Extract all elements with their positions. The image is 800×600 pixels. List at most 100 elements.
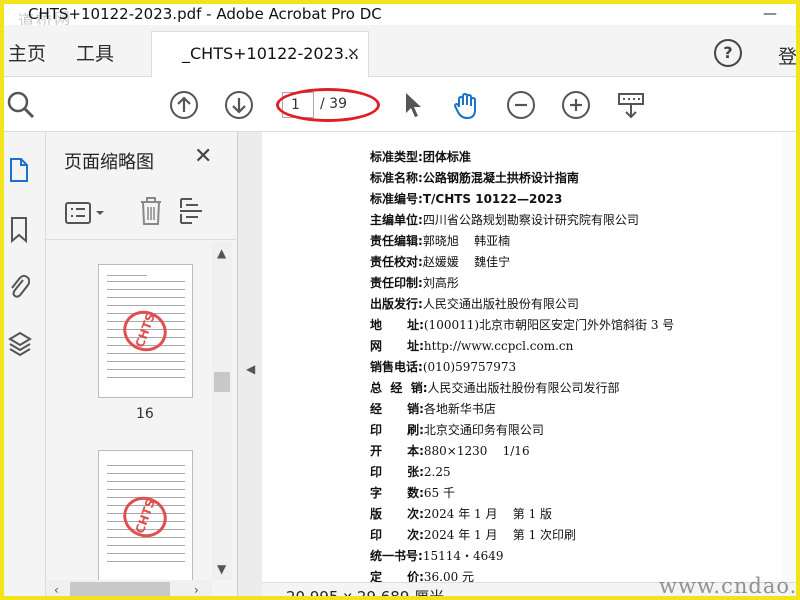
document-scrollbar[interactable] [782,132,796,582]
extract-page-icon[interactable] [178,196,208,230]
document-line-key: 印 张: [370,465,424,479]
tab-document[interactable]: _CHTS+10122-2023... × [151,31,369,77]
document-line: 印 刷:北京交通印务有限公司 [370,421,544,438]
left-navigation-rail [4,132,46,596]
document-line-value: 刘高彤 [422,276,459,290]
document-line-key: 责任校对: [370,255,423,269]
toolbar: 1 / 39 [4,78,796,132]
document-line-value: 2024 年 1 月 第 1 次印刷 [423,528,577,542]
scrollbar-thumb[interactable] [214,372,230,392]
document-line: 开 本:880×1230 1/16 [370,442,530,459]
collapse-arrow-icon[interactable]: ◀ [246,362,255,376]
thumbnail-page[interactable]: CHTS [98,450,193,580]
panel-title: 页面缩略图 [64,152,154,173]
scrollbar-thumb[interactable] [70,582,170,596]
document-line: 网 址:http://www.ccpcl.com.cn [370,337,573,354]
thumbnail-vertical-scrollbar[interactable]: ▲ ▼ [212,242,232,580]
document-line: 销售电话:(010)59757973 [370,358,516,375]
document-line: 责任校对:赵媛媛 魏佳宁 [370,253,510,270]
document-line-key: 地 址: [370,318,424,332]
document-line-key: 责任印制: [370,276,423,290]
document-line-key: 字 数: [370,486,424,500]
document-line-value: 2024 年 1 月 第 1 版 [423,507,553,521]
bookmark-icon[interactable] [8,216,30,244]
close-tab-button[interactable]: × [347,43,360,62]
tab-home[interactable]: 主页 [8,39,46,66]
thumbnails-panel: 页面缩略图 ✕ CHTS 16 CHTS ▲ ▼ ‹ › [46,132,238,596]
document-line-key: 总 经 销: [370,381,428,395]
document-line-value: 各地新华书店 [423,402,496,416]
previous-page-button[interactable] [170,91,198,119]
zoom-out-button[interactable] [507,91,535,119]
minimize-button[interactable]: — [750,4,790,25]
hand-tool-icon[interactable] [451,91,479,120]
site-watermark: www.cndao.com [659,574,798,598]
document-line-key: 网 址: [370,339,424,353]
document-line-value: 郭晓旭 韩亚楠 [422,234,511,248]
scroll-left-arrow-icon[interactable]: ‹ [54,583,59,596]
panel-collapse-strip[interactable]: ◀ [238,132,262,596]
zoom-in-button[interactable] [562,91,590,119]
document-line-key: 统一书号: [370,549,423,563]
app-window: 道桥网 CHTS+10122-2023.pdf - Adobe Acrobat … [0,0,800,600]
document-line-key: 标准类型: [370,150,423,164]
scroll-right-arrow-icon[interactable]: › [194,583,199,596]
attachment-icon[interactable] [8,272,31,298]
document-line: 定 价:36.00 元 [370,568,474,582]
close-panel-button[interactable]: ✕ [194,144,212,169]
thumbnail-list: CHTS 16 CHTS [46,242,212,580]
tab-document-label: _CHTS+10122-2023... [182,44,360,63]
scroll-down-arrow-icon[interactable]: ▼ [217,562,226,576]
document-line: 字 数:65 千 [370,484,455,501]
document-line: 统一书号:15114・4649 [370,547,504,564]
document-line-key: 标准名称: [370,171,423,185]
search-zoom-icon[interactable] [6,90,35,119]
document-line-value: 880×1230 1/16 [423,444,530,458]
next-page-button[interactable] [225,91,253,119]
document-line-value: 15114・4649 [422,549,504,563]
options-menu-icon[interactable] [64,200,108,230]
login-button[interactable]: 登 [778,42,796,69]
document-line-value: T/CHTS 10122—2023 [422,192,563,206]
page-display-icon[interactable] [616,91,644,119]
document-line-value: 四川省公路规划勘察设计研究院有限公司 [422,213,639,227]
scroll-up-arrow-icon[interactable]: ▲ [217,246,226,260]
document-line-key: 经 销: [370,402,424,416]
page-dimensions: 20.995 x 29.689 厘米 [286,588,445,600]
document-line-value: (100011)北京市朝阳区安定门外外馆斜街 3 号 [423,318,675,332]
document-line-value: 北京交通印务有限公司 [423,423,544,437]
select-cursor-icon[interactable] [400,91,428,119]
document-line-key: 定 价: [370,570,424,582]
document-line: 标准编号:T/CHTS 10122—2023 [370,190,562,207]
document-line-key: 印 次: [370,528,424,542]
page-thumbnails-icon[interactable] [8,156,30,182]
thumbnail-page-number: 16 [136,406,154,422]
document-line: 地 址:(100011)北京市朝阳区安定门外外馆斜街 3 号 [370,316,674,333]
chts-stamp: CHTS [117,490,173,544]
document-line: 标准类型:团体标准 [370,148,471,165]
document-line-key: 出版发行: [370,297,423,311]
document-line-value: http://www.ccpcl.com.cn [423,339,574,353]
document-line-key: 标准编号: [370,192,423,206]
document-line-key: 开 本: [370,444,424,458]
thumbnail-page[interactable]: CHTS [98,264,193,398]
panel-toolbar [46,188,238,240]
document-line: 版 次:2024 年 1 月 第 1 版 [370,505,552,522]
document-line-key: 印 刷: [370,423,424,437]
document-line-key: 主编单位: [370,213,423,227]
document-line: 经 销:各地新华书店 [370,400,496,417]
document-line-value: 36.00 元 [423,570,475,582]
tab-tools[interactable]: 工具 [76,39,114,66]
document-line: 出版发行:人民交通出版社股份有限公司 [370,295,579,312]
document-view[interactable]: 标准类型:团体标准 标准名称:公路钢筋混凝土拱桥设计指南 标准编号:T/CHTS 1… [262,132,796,582]
document-line-key: 版 次: [370,507,424,521]
document-line-value: 人民交通出版社股份有限公司 [422,297,579,311]
document-line: 责任印制:刘高彤 [370,274,459,291]
document-line: 印 张:2.25 [370,463,451,480]
help-button[interactable]: ? [714,39,742,67]
thumbnail-horizontal-scrollbar[interactable]: ‹ › [46,580,212,596]
delete-page-icon[interactable] [138,196,164,230]
layers-icon[interactable] [8,330,32,357]
document-line-value: 团体标准 [422,150,471,164]
document-line-value: 公路钢筋混凝土拱桥设计指南 [422,171,579,185]
